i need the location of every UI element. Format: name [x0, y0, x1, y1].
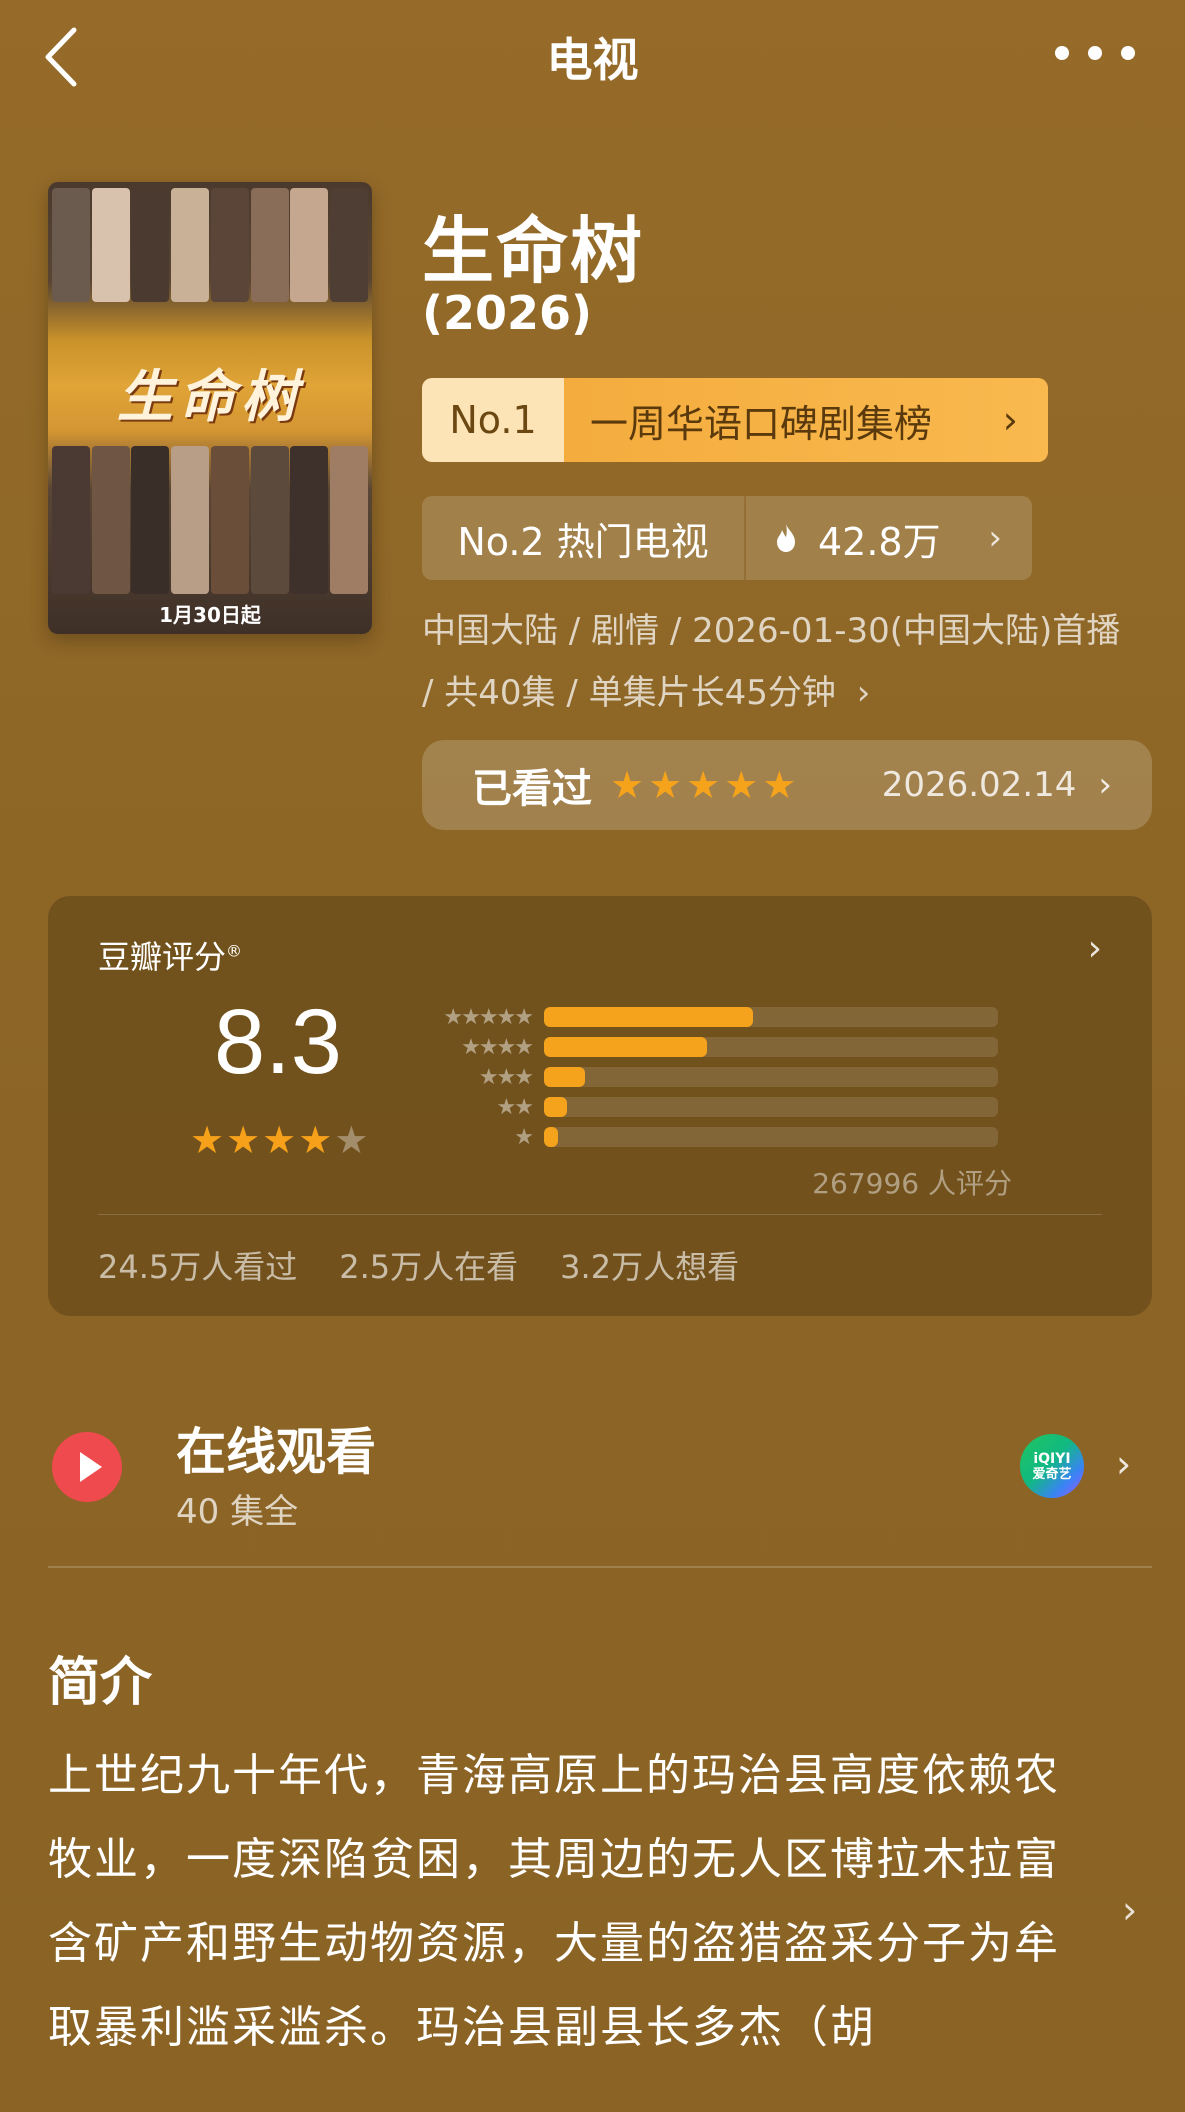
- audience-stats: 24.5万人看过 2.5万人在看 3.2万人想看: [98, 1242, 781, 1288]
- douban-rating-card[interactable]: 豆瓣评分® › 8.3 ★ ★ ★ ★ ★ ★★★★★ ★★★★ ★★★ ★★ …: [48, 896, 1152, 1316]
- intro-text[interactable]: 上世纪九十年代，青海高原上的玛治县高度依赖农牧业，一度深陷贫困，其周边的无人区博…: [48, 1734, 1088, 2070]
- rating-source-label: 豆瓣评分: [98, 938, 227, 976]
- poster-image[interactable]: 生命树 1月30日起: [48, 182, 372, 634]
- rank-list-label: 一周华语口碑剧集榜: [590, 401, 933, 446]
- rating-bar-fill: [544, 1067, 585, 1087]
- chevron-right-icon[interactable]: ›: [1088, 928, 1102, 969]
- star-icon: ★: [226, 1118, 261, 1162]
- bar-star-label: ★★★: [478, 1064, 534, 1090]
- watching-count: 2.5万人在看: [339, 1248, 519, 1286]
- chevron-right-icon: ›: [1002, 398, 1018, 442]
- top-nav: 电视: [0, 0, 1185, 110]
- heat-value: 42.8万: [818, 519, 941, 564]
- show-year: (2026): [422, 286, 593, 340]
- rating-bar-row: ★★★★★: [426, 1002, 1066, 1032]
- rating-distribution: ★★★★★ ★★★★ ★★★ ★★ ★: [426, 1002, 1066, 1152]
- flame-icon: [777, 524, 795, 552]
- star-icon: ★: [724, 763, 759, 807]
- star-icon: ★: [610, 763, 645, 807]
- bar-star-label: ★★★★★: [443, 1004, 534, 1030]
- rating-bar-row: ★: [426, 1122, 1066, 1152]
- show-title: 生命树: [422, 209, 645, 293]
- rating-bar-row: ★★: [426, 1092, 1066, 1122]
- star-icon: ★: [298, 1118, 333, 1162]
- poster-cast-row-top: [48, 188, 372, 302]
- star-icon: ★: [648, 763, 683, 807]
- hot-tv-rank-label: No.2 热门电视: [457, 519, 709, 564]
- iqiyi-logo-icon: iQIYI 爱奇艺: [1020, 1434, 1084, 1498]
- rating-bar-fill: [544, 1097, 567, 1117]
- bar-star-label: ★★: [496, 1094, 534, 1120]
- poster-cast-row-bottom: [48, 446, 372, 594]
- intro-heading: 简介: [48, 1653, 153, 1713]
- play-icon: [52, 1432, 122, 1502]
- rating-bar-fill: [544, 1037, 708, 1057]
- rank-badge-primary[interactable]: No.1 一周华语口碑剧集榜 ›: [422, 378, 1048, 462]
- rating-count: 267996 人评分: [812, 1167, 1012, 1200]
- poster-date: 1月30日起: [159, 603, 261, 627]
- show-meta-info[interactable]: 中国大陆 / 剧情 / 2026-01-30(中国大陆)首播 / 共40集 / …: [422, 600, 1142, 724]
- star-icon: ★: [190, 1118, 225, 1162]
- registered-mark: ®: [226, 941, 243, 961]
- rating-stars: ★ ★ ★ ★ ★: [190, 1118, 370, 1162]
- watched-status-button[interactable]: 已看过 ★ ★ ★ ★ ★ 2026.02.14 ›: [422, 740, 1152, 830]
- watched-count: 24.5万人看过: [98, 1248, 298, 1286]
- star-icon: ★: [762, 763, 797, 807]
- chevron-right-icon: ›: [988, 518, 1002, 558]
- want-to-watch-count: 3.2万人想看: [560, 1248, 740, 1286]
- chevron-right-icon[interactable]: ›: [1122, 1888, 1137, 1932]
- rating-bar-row: ★★★★: [426, 1032, 1066, 1062]
- rating-score: 8.3: [214, 991, 342, 1093]
- divider: [98, 1214, 1102, 1215]
- star-icon: ★: [686, 763, 721, 807]
- online-watch-title: 在线观看: [176, 1423, 376, 1481]
- chevron-right-icon: ›: [1116, 1442, 1132, 1486]
- more-button[interactable]: [1055, 38, 1135, 68]
- episode-count: 40 集全: [176, 1492, 299, 1532]
- page-title: 电视: [546, 33, 639, 87]
- poster-logo: 生命树: [117, 364, 303, 430]
- online-watch-row[interactable]: 在线观看 40 集全 iQIYI 爱奇艺 ›: [48, 1404, 1152, 1544]
- chevron-right-icon: ›: [856, 673, 871, 713]
- star-icon: ★: [262, 1118, 297, 1162]
- my-rating-stars: ★ ★ ★ ★ ★: [610, 763, 800, 807]
- chevron-right-icon: ›: [1098, 765, 1112, 805]
- more-dots-icon: [1055, 46, 1069, 60]
- divider: [48, 1566, 1152, 1568]
- rank-number: No.1: [422, 378, 564, 462]
- rating-bar-fill: [544, 1127, 558, 1147]
- rank-badge-secondary[interactable]: No.2 热门电视 42.8万 ›: [422, 496, 1032, 580]
- watched-label: 已看过: [472, 766, 592, 812]
- rating-bar-fill: [544, 1007, 753, 1027]
- watched-date: 2026.02.14: [881, 765, 1077, 805]
- meta-text: 中国大陆 / 剧情 / 2026-01-30(中国大陆)首播 / 共40集 / …: [422, 611, 1121, 713]
- bar-star-label: ★★★★: [461, 1034, 534, 1060]
- rating-bar-row: ★★★: [426, 1062, 1066, 1092]
- bar-star-label: ★: [514, 1124, 534, 1150]
- star-empty-icon: ★: [334, 1118, 369, 1162]
